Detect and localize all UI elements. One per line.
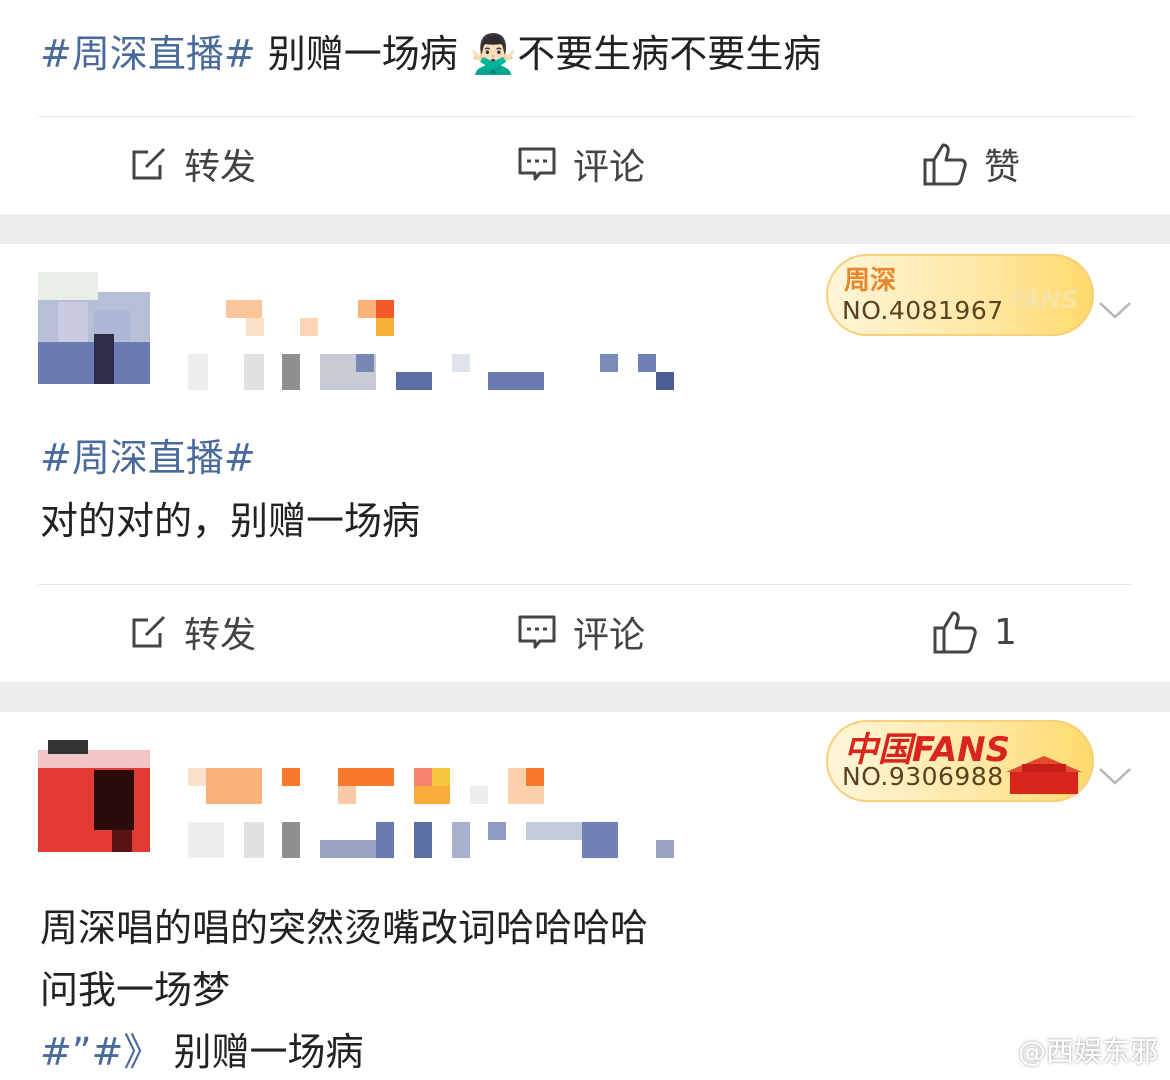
like-button[interactable]: 赞 [922,134,1020,194]
comment-icon [518,147,556,181]
repost-icon [132,147,166,180]
comment-button[interactable]: 评论 [517,602,645,662]
thumbs-up-icon [923,143,967,186]
post-text: #周深直播# 别赠一场病 🙅🏻‍♂️不要生病不要生病 [40,32,822,76]
like-count: 1 [994,611,1017,653]
topic-link[interactable]: #”#》 [40,1030,161,1074]
section-separator [0,214,1170,244]
weibo-logo-icon [980,1037,1017,1065]
fan-badge[interactable]: 周深 NO.4081967 FANS [826,254,1094,336]
fan-badge[interactable]: 中国FANS NO.9306988 [826,720,1094,802]
thumbs-up-icon [933,611,977,654]
comment-text-line: 问我一场梦 [40,968,231,1012]
comment-button[interactable]: 评论 [517,134,645,194]
avatar[interactable] [38,272,150,384]
emoji-no-gesture: 🙅🏻‍♂️ [469,32,518,76]
divider [38,584,1132,585]
avatar[interactable] [38,740,150,852]
topic-link[interactable]: #周深直播# [40,32,256,76]
chevron-down-icon[interactable] [1098,300,1132,320]
watermark: @西娱东邪 [980,1030,1158,1070]
divider [38,116,1132,117]
section-separator [0,682,1170,712]
repost-button[interactable]: 转发 [130,134,256,194]
repost-button[interactable]: 转发 [130,602,256,662]
topic-link[interactable]: #周深直播# [40,434,256,482]
repost-icon [132,615,166,648]
like-button[interactable]: 1 [932,602,1017,662]
comment-icon [518,615,556,649]
comment-text-line: 周深唱的唱的突然烫嘴改词哈哈哈哈 [40,906,649,950]
tiananmen-icon [1006,756,1082,794]
comment-text: 对的对的，别赠一场病 [40,499,421,543]
comment-text-line: #”#》 别赠一场病 [40,1030,364,1074]
chevron-down-icon[interactable] [1098,766,1132,786]
